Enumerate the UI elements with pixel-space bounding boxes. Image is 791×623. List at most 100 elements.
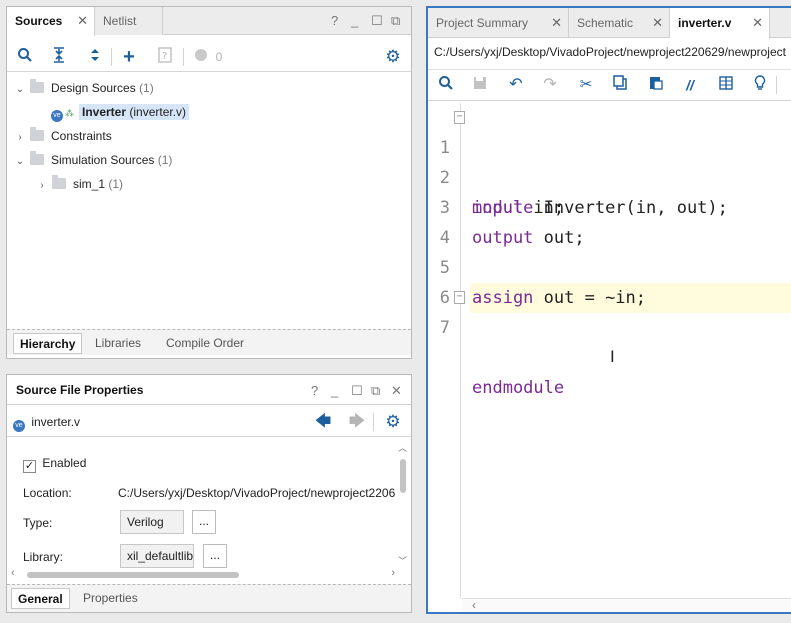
tree-item-label: sim_1 <box>73 177 106 191</box>
search-icon[interactable] <box>436 75 456 95</box>
tab-netlist[interactable]: Netlist <box>95 7 163 35</box>
code-line: 3 output out; <box>428 163 585 248</box>
tab-schematic[interactable]: Schematic ✕ <box>569 8 670 38</box>
code-editor[interactable]: 1 − module Inverter(in, out); 2 input in… <box>428 103 791 598</box>
tab-project-summary[interactable]: Project Summary ✕ <box>428 8 569 38</box>
tab-sources[interactable]: Sources ✕ <box>7 7 95 36</box>
file-header: ve inverter.v <box>13 407 80 437</box>
verilog-file-icon: ve <box>51 110 63 122</box>
vertical-scrollbar[interactable]: ︿ ﹀ <box>397 441 409 567</box>
scroll-left-icon[interactable]: ‹ <box>472 598 476 612</box>
tab-label: Schematic <box>577 16 634 30</box>
chevron-down-icon[interactable]: ⌄ <box>13 80 27 100</box>
status-dot-icon <box>191 47 211 67</box>
close-icon[interactable]: ✕ <box>391 377 402 405</box>
settings-gear-icon[interactable]: ⚙ <box>383 412 403 432</box>
comment-icon[interactable]: // <box>680 75 700 95</box>
enabled-checkbox[interactable]: ✓ <box>23 460 36 473</box>
verilog-file-icon: ve <box>13 420 25 432</box>
minimize-icon[interactable]: _ <box>331 377 338 405</box>
code-text: endmodule <box>472 373 564 403</box>
chevron-right-icon[interactable]: › <box>13 128 27 148</box>
tree-item-simulation-sources[interactable]: ⌄ Simulation Sources (1) <box>13 150 172 170</box>
fold-icon[interactable]: − <box>454 111 465 124</box>
tree-item-label: Inverter <box>82 105 127 119</box>
tab-hierarchy[interactable]: Hierarchy <box>13 333 83 354</box>
chevron-right-icon[interactable]: › <box>35 176 49 196</box>
tree-item-inverter[interactable]: ve ⁂ Inverter (inverter.v) <box>51 102 190 122</box>
tab-general[interactable]: General <box>11 588 70 609</box>
scroll-down-icon[interactable]: ﹀ <box>398 554 407 567</box>
source-file-properties-panel: Source File Properties ? _ ☐ ⧉ ✕ ve inve… <box>6 374 412 613</box>
horizontal-scrollbar[interactable]: ‹ › <box>11 567 395 581</box>
back-arrow-icon[interactable]: 🡄 <box>313 412 333 432</box>
maximize-icon[interactable]: ☐ <box>351 377 363 405</box>
add-sources-icon[interactable]: + <box>119 47 139 67</box>
properties-icon: ? <box>155 47 175 67</box>
code-rest: in; <box>523 198 565 218</box>
lightbulb-icon[interactable] <box>750 75 770 95</box>
tab-compile-order[interactable]: Compile Order <box>160 333 250 354</box>
minimize-icon[interactable]: _ <box>351 7 358 35</box>
tree-item-constraints[interactable]: › Constraints <box>13 126 112 146</box>
line-number: 7 <box>439 318 450 338</box>
paste-icon[interactable] <box>646 75 666 95</box>
sources-tabstrip: Sources ✕ Netlist ? _ ☐ ⧉ <box>7 7 411 36</box>
status-count: 0 <box>215 50 223 64</box>
help-icon[interactable]: ? <box>331 7 338 35</box>
float-icon[interactable]: ⧉ <box>391 7 400 35</box>
hierarchy-icon: ⁂ <box>65 108 74 118</box>
type-label: Type: <box>23 516 53 530</box>
folder-icon <box>30 127 44 141</box>
editor-panel: Project Summary ✕ Schematic ✕ inverter.v… <box>426 6 791 614</box>
folder-icon <box>52 175 66 189</box>
library-label: Library: <box>23 550 64 564</box>
text-cursor-icon: I <box>610 347 615 366</box>
scrollbar-thumb[interactable] <box>27 572 239 578</box>
scrollbar-thumb[interactable] <box>400 459 406 493</box>
tree-item-sim-1[interactable]: › sim_1 (1) <box>35 174 123 194</box>
fold-icon[interactable]: − <box>454 291 465 304</box>
sources-toolbar: + ? 0 ⚙ <box>7 42 411 72</box>
close-icon[interactable]: ✕ <box>752 8 763 38</box>
enabled-label: Enabled <box>42 456 87 470</box>
float-icon[interactable]: ⧉ <box>371 377 380 405</box>
cut-icon[interactable]: ✂ <box>576 75 596 95</box>
undo-icon[interactable]: ↶ <box>506 75 526 95</box>
close-icon[interactable]: ✕ <box>77 7 88 35</box>
code-text: assign out = ~in; <box>472 283 646 313</box>
column-select-icon[interactable] <box>716 75 736 95</box>
toolbar-separator <box>183 48 184 66</box>
horizontal-scrollbar[interactable]: ‹ <box>462 598 791 612</box>
search-icon[interactable] <box>15 47 35 67</box>
tab-libraries[interactable]: Libraries <box>89 333 147 354</box>
tree-item-design-sources[interactable]: ⌄ Design Sources (1) <box>13 78 154 98</box>
type-more-button[interactable]: ... <box>192 510 216 534</box>
help-icon[interactable]: ? <box>311 377 318 405</box>
scroll-right-icon[interactable]: › <box>391 567 395 579</box>
library-more-button[interactable]: ... <box>203 544 227 568</box>
file-name: inverter.v <box>31 415 81 429</box>
chevron-down-icon[interactable]: ⌄ <box>13 152 27 172</box>
close-icon[interactable]: ✕ <box>551 8 562 38</box>
scroll-left-icon[interactable]: ‹ <box>11 567 15 579</box>
tab-properties[interactable]: Properties <box>77 588 144 609</box>
code-rest: out; <box>533 228 585 248</box>
tab-inverter-v[interactable]: inverter.v ✕ <box>670 8 770 39</box>
tree-item-count: (1) <box>157 153 173 167</box>
maximize-icon[interactable]: ☐ <box>371 7 383 35</box>
forward-arrow-icon: 🡆 <box>348 413 366 430</box>
scroll-up-icon[interactable]: ︿ <box>398 441 407 454</box>
tab-label: Project Summary <box>436 16 529 30</box>
collapse-all-icon[interactable] <box>49 47 69 67</box>
copy-icon[interactable] <box>610 75 630 95</box>
settings-gear-icon[interactable]: ⚙ <box>383 47 403 67</box>
tree-item-label: Constraints <box>51 129 112 143</box>
close-icon[interactable]: ✕ <box>652 8 663 38</box>
redo-icon: ↷ <box>543 76 557 93</box>
tree-item-count: (1) <box>108 177 124 191</box>
folder-icon <box>30 151 44 165</box>
keyword: endmodule <box>472 378 565 398</box>
expand-all-icon[interactable] <box>85 47 105 67</box>
code-line: 1 − module Inverter(in, out); <box>428 103 728 218</box>
